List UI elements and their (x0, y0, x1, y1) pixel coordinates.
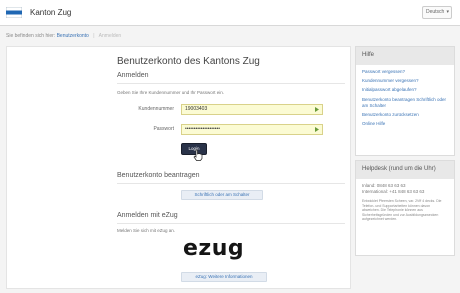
helpdesk-phone-international: International: +41 848 63 63 63 (362, 189, 425, 194)
breadcrumb-current: Anmelden (98, 33, 122, 39)
helpdesk-fine-print: Entwicklet Pfeersten Scheen, var. 2Vff 4… (362, 199, 442, 221)
password-manager-icon[interactable] (314, 106, 320, 113)
forgot-customer-number-link[interactable]: Kundennummer vergessen? (362, 78, 448, 84)
ezug-info-button[interactable]: eZug: Weitere Informationen (181, 272, 267, 282)
page-title: Benutzerkonto des Kantons Zug (117, 56, 260, 67)
ezug-logo: ezug (183, 236, 245, 261)
helpdesk-panel: Helpdesk (rund um die Uhr) Inland: 0848 … (355, 160, 455, 256)
password-manager-icon[interactable] (314, 126, 320, 133)
ezug-intro: Melden Sie sich mit eZug an. (117, 228, 176, 233)
breadcrumb: Sie befinden sich hier: Benutzerkonto | … (6, 33, 122, 39)
top-bar: Kanton Zug Deutsch ▾ (0, 0, 460, 26)
apply-heading: Benutzerkonto beantragen (117, 172, 200, 179)
hand-cursor-icon (193, 149, 203, 161)
divider (117, 223, 345, 224)
password-label: Passwort (153, 126, 174, 132)
online-help-link[interactable]: Online Hilfe (362, 121, 448, 127)
chevron-down-icon: ▾ (446, 9, 449, 15)
apply-in-writing-button[interactable]: Schriftlich oder am Schalter (181, 190, 263, 200)
divider (117, 183, 345, 184)
ezug-heading: Anmelden mit eZug (117, 212, 178, 219)
breadcrumb-separator: | (93, 33, 95, 39)
divider (117, 83, 345, 84)
help-heading: Hilfe (356, 47, 454, 65)
reset-account-link[interactable]: Benutzerkonto zurücksetzen (362, 112, 448, 118)
helpdesk-heading: Helpdesk (rund um die Uhr) (356, 161, 454, 179)
help-panel: Hilfe Passwort vergessen? Kundennummer v… (355, 46, 455, 156)
login-heading: Anmelden (117, 72, 149, 79)
site-name[interactable]: Kanton Zug (30, 8, 71, 17)
customer-number-label: Kundennummer (138, 106, 174, 112)
apply-account-link[interactable]: Benutzerkonto beantragen Schriftlich ode… (362, 97, 448, 109)
breadcrumb-link-benutzerkonto[interactable]: Benutzerkonto (57, 33, 89, 39)
customer-number-field[interactable]: 19003403 (181, 104, 323, 115)
kanton-zug-logo-icon[interactable] (6, 7, 22, 18)
forgot-password-link[interactable]: Passwort vergessen? (362, 69, 448, 75)
login-intro: Geben Sie Ihre Kundennummer und Ihr Pass… (117, 90, 225, 95)
language-select[interactable]: Deutsch ▾ (422, 6, 452, 19)
password-field[interactable]: •••••••••••••••••••• (181, 124, 323, 135)
initial-password-expired-link[interactable]: Initialpasswort abgelaufen? (362, 87, 448, 93)
